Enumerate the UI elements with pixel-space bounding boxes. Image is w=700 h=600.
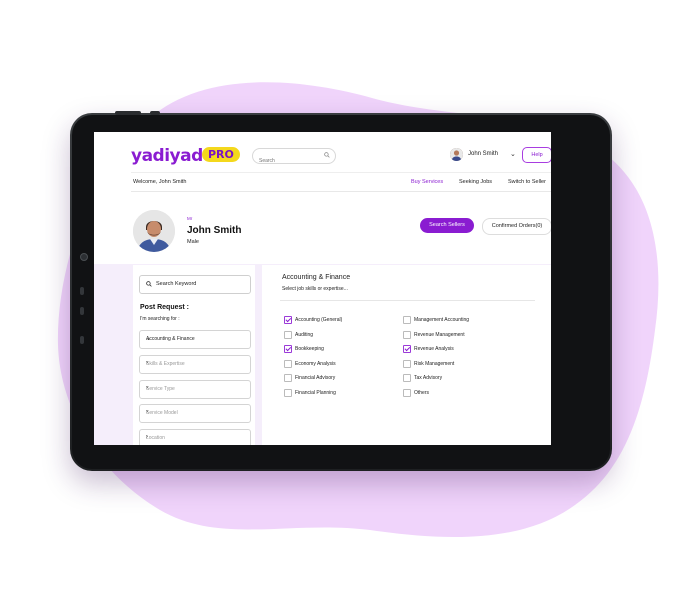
skill-checkbox-label[interactable]: Bookkeeping: [295, 346, 324, 352]
chevron-down-icon: ⌄: [146, 336, 152, 342]
logo[interactable]: yadiyad: [131, 146, 203, 166]
skill-checkbox-label[interactable]: Management Accounting: [414, 317, 469, 323]
help-button[interactable]: Help: [522, 147, 551, 163]
divider: [280, 300, 535, 301]
top-search-box[interactable]: [252, 148, 336, 164]
nav-switch-to-seller[interactable]: Switch to Seller: [508, 179, 546, 185]
tablet-side-button: [80, 307, 84, 315]
keyword-search-box[interactable]: Search Keyword: [139, 275, 251, 294]
skill-checkbox[interactable]: [403, 389, 411, 397]
top-navbar: yadiyad PRO John Smith ⌄ Help: [94, 132, 551, 170]
tablet-top-button-2: [150, 111, 160, 115]
skill-checkbox[interactable]: [284, 374, 292, 383]
user-name[interactable]: John Smith: [468, 151, 498, 157]
profile-name: John Smith: [187, 225, 242, 236]
skill-checkbox-label[interactable]: Auditing: [295, 332, 313, 338]
skill-checkbox[interactable]: [403, 345, 411, 354]
chevron-right-icon: ›: [146, 385, 148, 391]
skill-checkbox-label[interactable]: Financial Planning: [295, 390, 336, 396]
chevron-right-icon: ›: [146, 360, 148, 366]
category-title: Accounting & Finance: [282, 274, 351, 281]
tablet-top-button: [115, 111, 141, 115]
skill-checkbox-label[interactable]: Revenue Analysis: [414, 346, 454, 352]
skill-checkbox-label[interactable]: Tax Advisory: [414, 375, 442, 381]
skill-checkbox[interactable]: [284, 316, 292, 324]
location-select[interactable]: Location ›: [139, 429, 251, 445]
salutation: Mr: [187, 216, 193, 221]
post-request-heading: Post Request :: [140, 304, 190, 311]
service-type-select[interactable]: Service Type ›: [139, 380, 251, 399]
nav-buy-services[interactable]: Buy Services: [411, 179, 443, 185]
profile-gender: Male: [187, 239, 199, 245]
skill-checkbox[interactable]: [284, 389, 292, 397]
category-select[interactable]: Accounting & Finance ⌄: [139, 330, 251, 349]
skill-checkbox-label[interactable]: Economy Analysis: [295, 361, 336, 367]
tablet-screen: yadiyad PRO John Smith ⌄ Help Welcome, J…: [94, 132, 551, 445]
search-icon[interactable]: [324, 152, 330, 158]
searching-for-label: I'm searching for :: [140, 316, 180, 322]
skill-checkbox[interactable]: [403, 316, 411, 324]
skill-checkbox-label[interactable]: Accounting (General): [295, 317, 342, 323]
skill-checkbox-label[interactable]: Financial Advisory: [295, 375, 335, 381]
chevron-right-icon: ›: [146, 409, 148, 415]
tablet-camera: [80, 253, 88, 261]
sub-navbar: Welcome, John Smith Buy Services Seeking…: [131, 172, 551, 192]
category-panel: [262, 265, 551, 445]
skill-checkbox[interactable]: [403, 330, 411, 339]
welcome-text: Welcome, John Smith: [133, 179, 187, 185]
skills-select[interactable]: Skills & Expertise ›: [139, 355, 251, 374]
skill-checkbox[interactable]: [284, 330, 292, 339]
profile-avatar: [133, 210, 175, 252]
skill-checkbox-label[interactable]: Risk Management: [414, 361, 454, 367]
search-icon: [146, 281, 152, 287]
category-subtitle: Select job skills or expertise...: [282, 286, 348, 292]
confirmed-orders-button[interactable]: Confirmed Orders(0): [482, 218, 551, 235]
tablet-side-button: [80, 287, 84, 295]
skill-checkbox[interactable]: [403, 359, 411, 368]
nav-seeking-jobs[interactable]: Seeking Jobs: [459, 179, 492, 185]
search-sellers-button[interactable]: Search Sellers: [420, 218, 474, 233]
skill-checkbox[interactable]: [284, 345, 292, 354]
skill-checkbox[interactable]: [403, 374, 411, 383]
pro-badge: PRO: [202, 147, 240, 162]
user-avatar[interactable]: [450, 148, 463, 161]
chevron-down-icon[interactable]: ⌄: [510, 150, 516, 158]
skill-checkbox-label[interactable]: Others: [414, 390, 429, 396]
chevron-right-icon: ›: [146, 434, 148, 440]
skill-checkbox-label[interactable]: Revenue Management: [414, 332, 465, 338]
service-model-select[interactable]: Service Model ›: [139, 404, 251, 423]
skill-checkbox[interactable]: [284, 359, 292, 368]
top-search-input[interactable]: [259, 158, 319, 164]
tablet-side-button: [80, 336, 84, 344]
keyword-placeholder: Search Keyword: [156, 281, 197, 287]
